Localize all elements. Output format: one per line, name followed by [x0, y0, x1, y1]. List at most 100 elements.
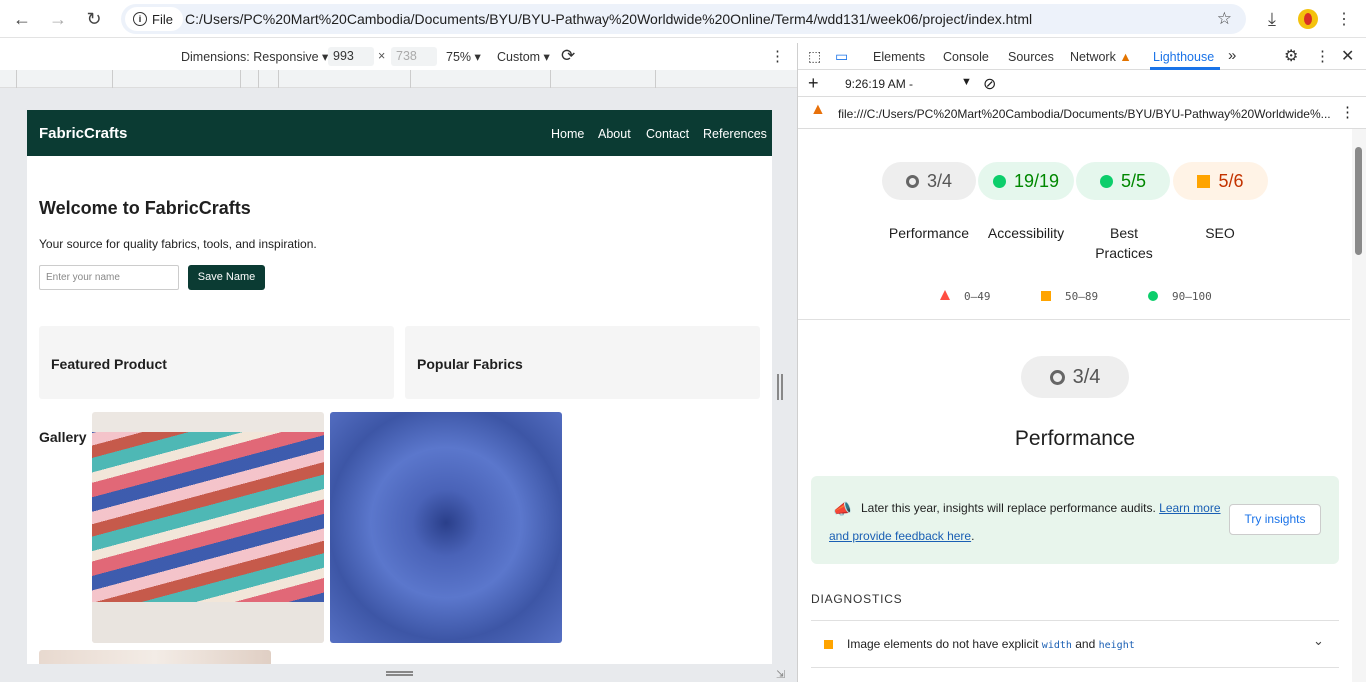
popular-fabrics-card: Popular Fabrics: [405, 326, 760, 399]
profile-avatar[interactable]: [1298, 9, 1318, 29]
learn-more-link[interactable]: Learn more: [1159, 501, 1220, 515]
chevron-down-icon[interactable]: ▼: [961, 76, 972, 88]
neutral-circle-icon: [1049, 369, 1065, 385]
scrollbar-thumb[interactable]: [1355, 147, 1362, 255]
info-icon: i: [133, 12, 147, 26]
clear-icon[interactable]: ⊘: [983, 74, 996, 94]
report-url[interactable]: file:///C:/Users/PC%20Mart%20Cambodia/Do…: [838, 107, 1331, 121]
site-info-chip[interactable]: i File: [125, 7, 183, 31]
add-report-icon[interactable]: +: [808, 73, 819, 94]
lighthouse-logo-icon: ▲: [810, 101, 826, 118]
site-header: FabricCrafts Home About Contact Referenc…: [27, 110, 772, 156]
report-url-bar: ▲ file:///C:/Users/PC%20Mart%20Cambodia/…: [798, 97, 1366, 129]
neutral-circle-icon: [905, 174, 919, 188]
warning-icon: ▲: [1119, 50, 1132, 64]
browser-toolbar: ← → ↻ i File C:/Users/PC%20Mart%20Cambod…: [0, 0, 1366, 38]
gallery-image-folded-fabrics: [92, 412, 324, 643]
category-label: Performance: [888, 225, 970, 241]
code-width: width: [1041, 640, 1072, 651]
download-icon[interactable]: ⤓: [1258, 6, 1286, 32]
bookmark-star-icon[interactable]: ☆: [1217, 9, 1232, 29]
resize-corner-icon[interactable]: ⇲: [776, 668, 785, 681]
score-pill-accessibility[interactable]: 19/19: [978, 162, 1074, 200]
devtools-kebab-icon[interactable]: ⋮: [1315, 47, 1330, 65]
performance-score-gauge: 3/4: [1021, 356, 1129, 398]
nav-home[interactable]: Home: [551, 127, 584, 141]
resize-handle-bottom[interactable]: [386, 671, 413, 676]
section-divider: [798, 319, 1350, 320]
score-pill-best-practices[interactable]: 5/5: [1076, 162, 1170, 200]
banner-message: Later this year, insights will replace p…: [829, 494, 1224, 550]
url-text[interactable]: C:/Users/PC%20Mart%20Cambodia/Documents/…: [185, 11, 1032, 27]
zoom-label: 75%: [446, 50, 472, 64]
inspect-element-icon[interactable]: ⬚: [808, 48, 821, 65]
height-input[interactable]: 738: [391, 47, 437, 66]
site-tagline: Your source for quality fabrics, tools, …: [39, 237, 317, 251]
fail-triangle-icon: [940, 290, 950, 300]
menu-kebab-icon[interactable]: ⋮: [1330, 6, 1358, 32]
score-pill-performance[interactable]: 3/4: [882, 162, 976, 200]
forward-arrow-icon[interactable]: →: [44, 6, 72, 32]
address-bar[interactable]: i File C:/Users/PC%20Mart%20Cambodia/Doc…: [121, 4, 1246, 34]
gallery-image-partial: [39, 650, 271, 664]
nav-contact[interactable]: Contact: [646, 127, 689, 141]
dimension-separator: ×: [378, 49, 386, 63]
nav-references[interactable]: References: [703, 127, 767, 141]
resize-handle-right[interactable]: [777, 374, 783, 400]
section-divider: [811, 667, 1339, 668]
tab-elements[interactable]: Elements: [873, 50, 925, 64]
rotate-icon[interactable]: ⟳: [561, 46, 575, 66]
throttle-dropdown[interactable]: Custom ▾: [497, 49, 550, 64]
tab-network-label: Network: [1070, 50, 1116, 64]
dimensions-dropdown[interactable]: Dimensions: Responsive ▾: [181, 49, 328, 64]
device-toggle-icon[interactable]: ▭: [835, 48, 848, 65]
diagnostic-text: Image elements do not have explicit: [847, 637, 1039, 651]
gallery-image-blue-fabric: [330, 412, 562, 643]
report-scrollbar[interactable]: [1352, 129, 1366, 682]
legend-fail: 0–49: [964, 290, 991, 303]
site-heading: Welcome to FabricCrafts: [39, 198, 251, 218]
score-value: 19/19: [1013, 170, 1060, 191]
pass-dot-icon: [992, 174, 1006, 188]
back-arrow-icon[interactable]: ←: [8, 6, 36, 32]
try-insights-button[interactable]: Try insights: [1229, 504, 1321, 535]
category-label: SEO: [1205, 225, 1235, 241]
gallery-label: Gallery: [39, 429, 87, 445]
diagnostic-item[interactable]: Image elements do not have explicit widt…: [811, 621, 1339, 667]
tab-network[interactable]: Network ▲: [1070, 50, 1132, 64]
zoom-dropdown[interactable]: 75% ▾: [446, 49, 481, 64]
banner-text: Later this year, insights will replace p…: [861, 501, 1156, 515]
name-input[interactable]: Enter your name: [39, 265, 179, 290]
tab-console[interactable]: Console: [943, 50, 989, 64]
score-pill-seo[interactable]: 5/6: [1173, 162, 1268, 200]
device-more-icon[interactable]: ⋮: [770, 47, 785, 65]
pass-dot-icon: [1148, 291, 1158, 301]
tab-lighthouse[interactable]: Lighthouse: [1153, 50, 1214, 64]
settings-gear-icon[interactable]: ⚙: [1284, 46, 1298, 66]
card-title: Popular Fabrics: [417, 356, 523, 372]
report-time[interactable]: 9:26:19 AM -: [845, 77, 913, 91]
dimensions-label: Dimensions: Responsive: [181, 50, 319, 64]
nav-about[interactable]: About: [598, 127, 631, 141]
save-name-button[interactable]: Save Name: [188, 265, 265, 290]
performance-title: Performance: [1014, 427, 1136, 450]
score-value: 3/4: [1072, 365, 1101, 388]
more-tabs-icon[interactable]: »: [1228, 47, 1236, 64]
feedback-link[interactable]: and provide feedback here: [829, 529, 971, 543]
lighthouse-toolbar: + 9:26:19 AM - ▼ ⊘: [798, 70, 1366, 97]
file-chip-label: File: [152, 11, 173, 27]
width-input[interactable]: 993: [328, 47, 374, 66]
category-label: Accessibility: [987, 225, 1065, 241]
lighthouse-report: 3/4 19/19 5/5 5/6 Performance Accessibil…: [798, 129, 1366, 682]
reload-icon[interactable]: ↻: [80, 6, 108, 32]
card-title: Featured Product: [51, 356, 167, 372]
close-icon[interactable]: ✕: [1341, 46, 1354, 66]
site-brand[interactable]: FabricCrafts: [39, 125, 127, 142]
media-query-ruler[interactable]: [0, 70, 797, 88]
devtools-tabbar: ⬚ ▭ Elements Console Sources Network ▲ L…: [798, 43, 1366, 70]
score-value: 3/4: [926, 170, 953, 191]
chevron-down-icon[interactable]: ⌄: [1313, 633, 1324, 649]
report-menu-icon[interactable]: ⋮: [1340, 103, 1355, 121]
tab-sources[interactable]: Sources: [1008, 50, 1054, 64]
throttle-label: Custom: [497, 50, 541, 64]
